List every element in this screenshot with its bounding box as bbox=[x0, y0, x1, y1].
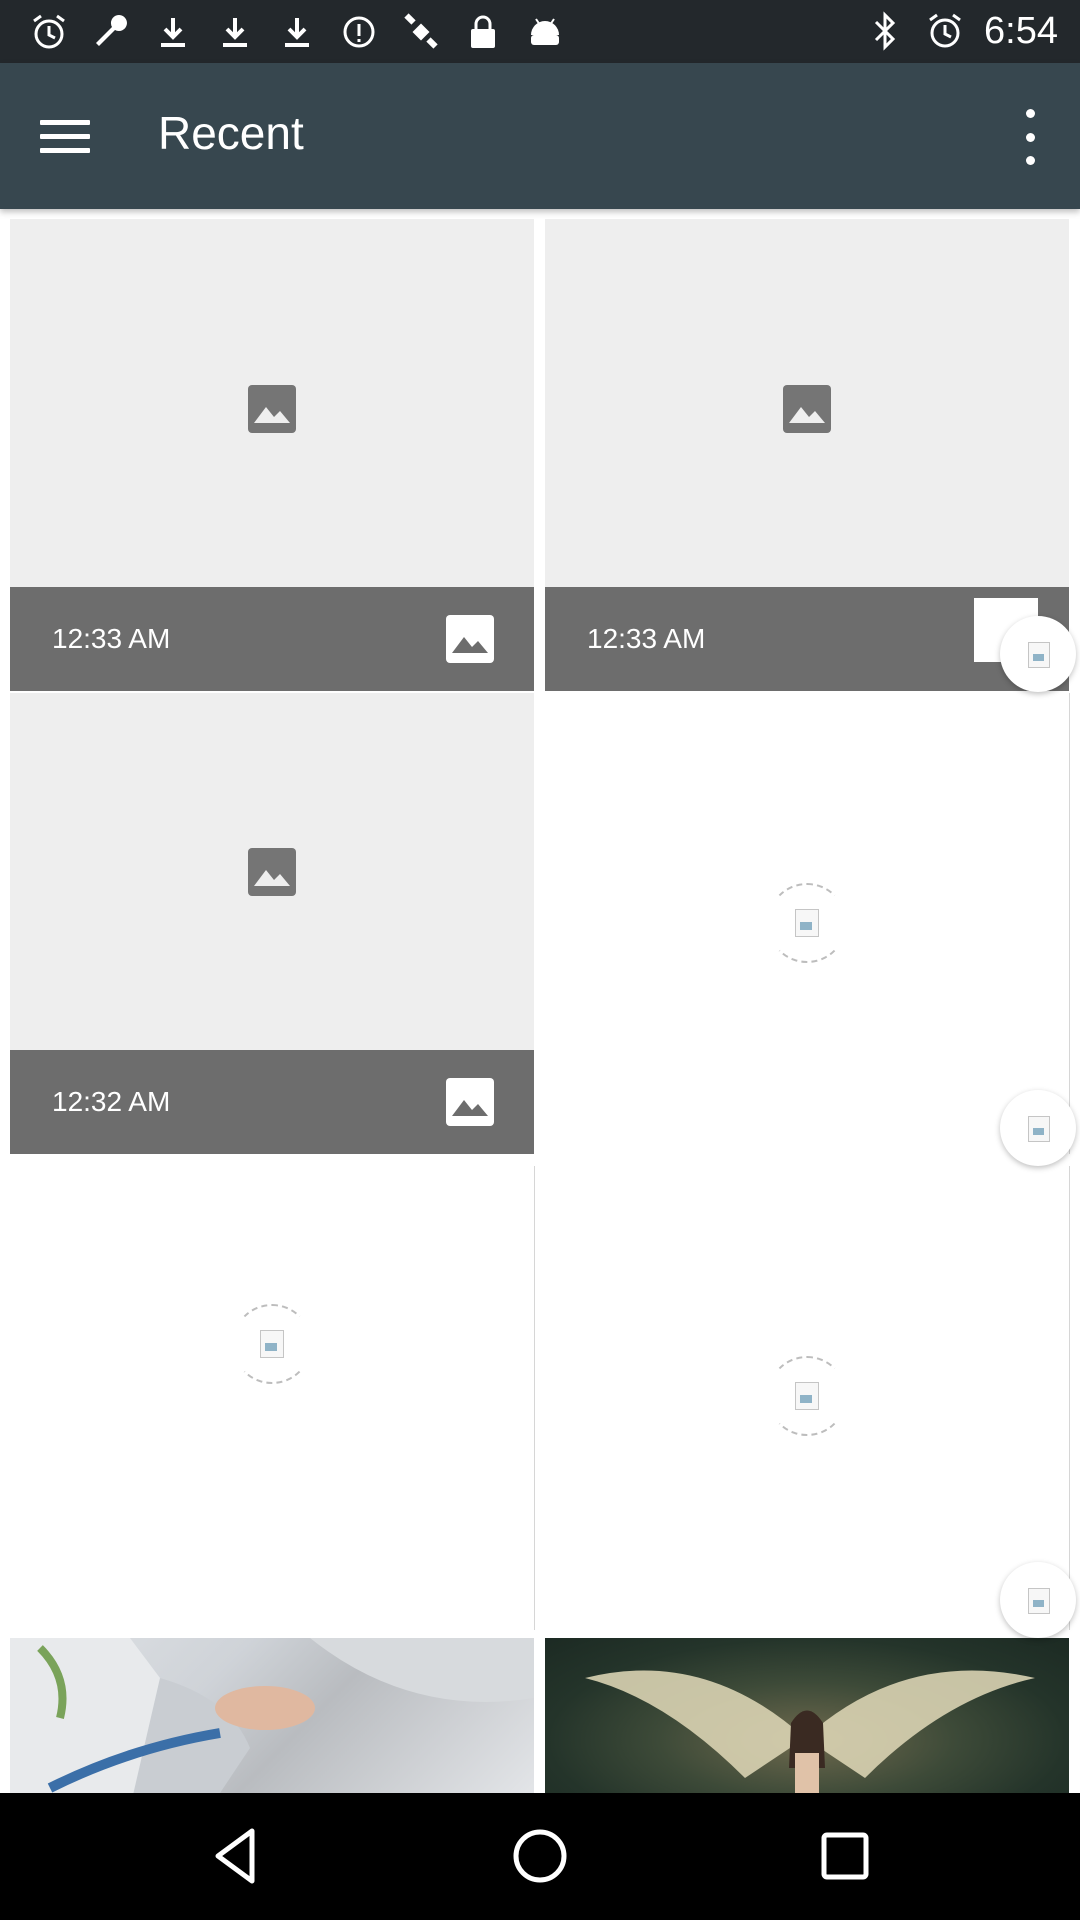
status-bar: 6:54 bbox=[0, 0, 1080, 63]
image-placeholder-icon bbox=[248, 848, 296, 896]
status-icons-left bbox=[28, 10, 566, 54]
broken-image-icon bbox=[767, 883, 847, 963]
satellite-icon bbox=[400, 11, 442, 53]
tile-time: 12:32 AM bbox=[52, 1086, 171, 1117]
tile-caption: 12:32 AM bbox=[10, 1050, 534, 1154]
status-time: 6:54 bbox=[984, 9, 1058, 52]
info-icon bbox=[338, 11, 380, 53]
image-placeholder-icon bbox=[783, 385, 831, 433]
app-toolbar: Recent bbox=[0, 63, 1080, 209]
alarm-icon bbox=[924, 10, 966, 52]
grid-tile[interactable] bbox=[545, 693, 1070, 1154]
recents-icon[interactable] bbox=[810, 1821, 880, 1891]
bluetooth-icon bbox=[864, 10, 906, 52]
grid-tile[interactable]: 12:32 AM bbox=[10, 693, 534, 1154]
floating-image-button[interactable] bbox=[1000, 616, 1076, 692]
lock-icon bbox=[462, 11, 504, 53]
more-options-icon[interactable] bbox=[1020, 109, 1040, 165]
image-placeholder-icon bbox=[248, 385, 296, 433]
home-icon[interactable] bbox=[505, 1821, 575, 1891]
grid-tile-photo[interactable] bbox=[545, 1638, 1069, 1793]
image-icon bbox=[446, 1078, 494, 1126]
android-icon bbox=[524, 11, 566, 53]
grid-tile[interactable] bbox=[10, 1166, 535, 1630]
download-icon bbox=[276, 11, 318, 53]
tile-time: 12:33 AM bbox=[52, 623, 171, 654]
broken-image-icon bbox=[767, 1356, 847, 1436]
grid-tile[interactable] bbox=[545, 1166, 1070, 1630]
floating-image-button[interactable] bbox=[1000, 1090, 1076, 1166]
floating-image-button[interactable] bbox=[1000, 1562, 1076, 1638]
broken-image-icon bbox=[232, 1304, 312, 1384]
download-icon bbox=[152, 11, 194, 53]
tile-time: 12:33 AM bbox=[587, 623, 706, 654]
page-title: Recent bbox=[158, 107, 304, 159]
recent-grid: 12:33 AM 12:33 AM 12:32 AM bbox=[0, 209, 1080, 1793]
download-icon bbox=[214, 11, 256, 53]
hamburger-menu-icon[interactable] bbox=[40, 108, 96, 164]
grid-tile-photo[interactable] bbox=[10, 1638, 534, 1793]
back-icon[interactable] bbox=[200, 1821, 270, 1891]
alarm-icon bbox=[28, 11, 70, 53]
image-icon bbox=[446, 615, 494, 663]
angel-wings-image bbox=[585, 1670, 1035, 1793]
navigation-bar bbox=[0, 1793, 1080, 1920]
angel-hand-image bbox=[10, 1638, 534, 1793]
status-icons-right: 6:54 bbox=[864, 8, 1058, 54]
tile-caption: 12:33 AM bbox=[10, 587, 534, 691]
wrench-icon bbox=[90, 11, 132, 53]
grid-tile[interactable]: 12:33 AM bbox=[10, 219, 534, 691]
